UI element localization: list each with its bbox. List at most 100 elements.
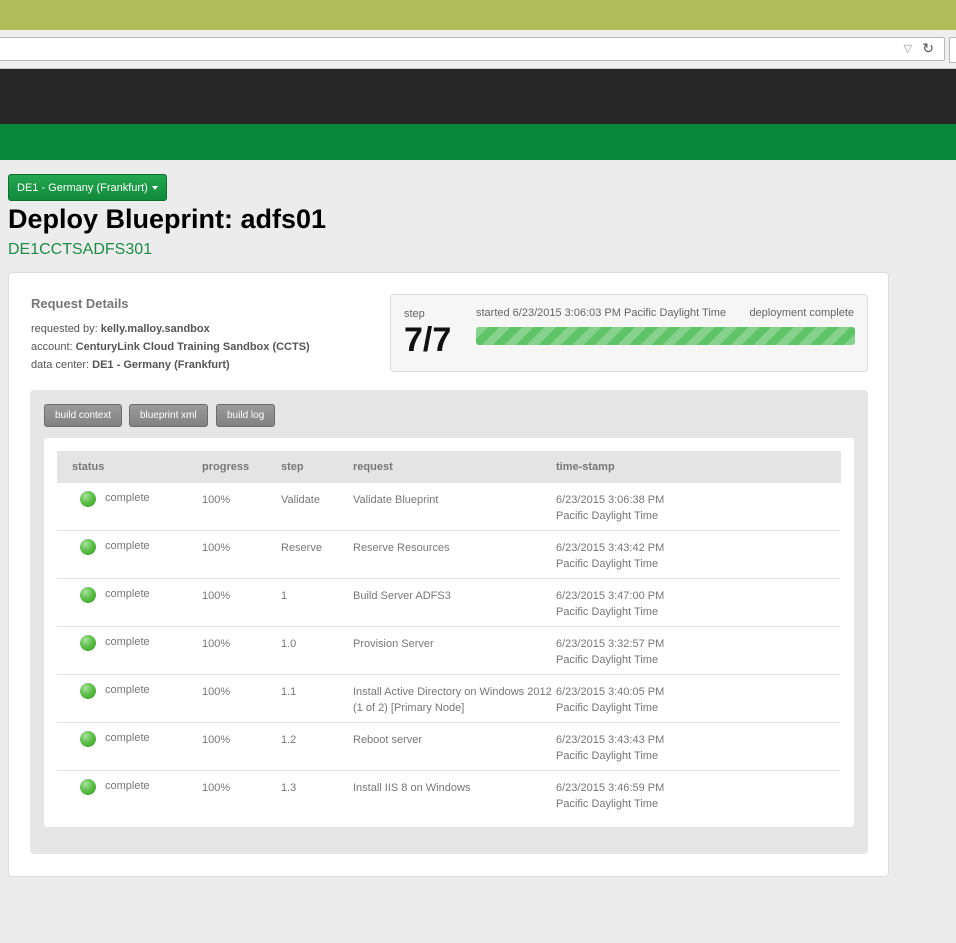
request-cell: Reboot server — [353, 722, 556, 771]
time-stamp-text: 6/23/2015 3:40:05 PM — [556, 686, 665, 698]
table-row: complete 100% 1 Build Server ADFS3 6/23/2015… — [57, 578, 841, 627]
column-header-time-stamp: time-stamp — [556, 451, 841, 483]
progress-text: 100% — [202, 782, 231, 794]
top-navigation-bar — [0, 69, 956, 124]
request-details-heading: Request Details — [31, 296, 129, 311]
step-cell: Reserve — [281, 530, 353, 579]
url-dropdown-icon[interactable]: ▽ — [904, 42, 912, 55]
status-wrap: complete — [57, 723, 202, 747]
time-stamp-wrap: 6/23/2015 3:47:00 PM Pacific Daylight Tim… — [556, 579, 841, 620]
account-line: account: CenturyLink Cloud Training Sand… — [31, 341, 310, 353]
progress-text: 100% — [202, 686, 231, 698]
time-zone-text: Pacific Daylight Time — [556, 702, 659, 714]
table-header-row: status progress step request time-stamp — [57, 451, 841, 483]
time-stamp-wrap: 6/23/2015 3:32:57 PM Pacific Daylight Tim… — [556, 627, 841, 668]
request-text: Provision Server — [353, 638, 434, 650]
step-label: step — [404, 308, 425, 320]
datacenter-selector-label: DE1 - Germany (Frankfurt) — [17, 182, 148, 194]
status-text: complete — [105, 732, 150, 744]
step-text: 1.0 — [281, 638, 297, 650]
progress-bar-fill — [476, 327, 855, 345]
toolbar-edge-control[interactable] — [949, 37, 956, 63]
status-wrap: complete — [57, 675, 202, 699]
time-stamp-cell: 6/23/2015 3:40:05 PM Pacific Daylight Tim… — [556, 674, 841, 723]
time-stamp-wrap: 6/23/2015 3:46:59 PM Pacific Daylight Tim… — [556, 771, 841, 812]
build-steps-table: status progress step request time-stamp … — [57, 451, 841, 818]
request-cell: Reserve Resources — [353, 530, 556, 579]
page-title: Deploy Blueprint: adfs01 — [8, 204, 327, 234]
request-cell: Install IIS 8 on Windows — [353, 771, 556, 819]
status-complete-icon — [80, 731, 96, 747]
step-text: 1.1 — [281, 686, 297, 698]
table-row: complete 100% Reserve Reserve Resources 6/23… — [57, 530, 841, 579]
request-text: Validate Blueprint — [353, 494, 439, 506]
step-counter: 7/7 — [404, 321, 452, 359]
step-cell: Validate — [281, 483, 353, 531]
status-cell: complete — [57, 530, 202, 579]
column-header-status: status — [57, 451, 202, 483]
build-context-button[interactable]: build context — [44, 404, 123, 427]
column-header-step: step — [281, 451, 353, 483]
request-text: Build Server ADFS3 — [353, 590, 451, 602]
requested-by-line: requested by: kelly.malloy.sandbox — [31, 323, 210, 335]
step-cell: 1.3 — [281, 771, 353, 819]
browser-toolbar: ▽ ↻ — [0, 30, 956, 69]
deployment-status-box: step 7/7 started 6/23/2015 3:06:03 PM Pa… — [390, 294, 868, 372]
reload-icon[interactable]: ↻ — [922, 40, 934, 57]
request-cell: Provision Server — [353, 626, 556, 675]
status-text: complete — [105, 780, 150, 792]
requested-by-value: kelly.malloy.sandbox — [100, 323, 210, 335]
progress-text: 100% — [202, 542, 231, 554]
status-cell: complete — [57, 626, 202, 675]
address-bar[interactable]: ▽ ↻ — [0, 37, 945, 61]
status-text: complete — [105, 636, 150, 648]
time-stamp-cell: 6/23/2015 3:43:42 PM Pacific Daylight Tim… — [556, 530, 841, 579]
caret-down-icon — [151, 186, 158, 191]
time-stamp-wrap: 6/23/2015 3:43:42 PM Pacific Daylight Tim… — [556, 531, 841, 572]
step-cell: 1 — [281, 578, 353, 627]
time-stamp-text: 6/23/2015 3:47:00 PM — [556, 590, 665, 602]
deployment-progress-bar — [476, 327, 855, 345]
status-cell: complete — [57, 722, 202, 771]
time-stamp-cell: 6/23/2015 3:32:57 PM Pacific Daylight Tim… — [556, 626, 841, 675]
table-row: complete 100% 1.3 Install IIS 8 on Windows 6… — [57, 771, 841, 819]
time-stamp-wrap: 6/23/2015 3:06:38 PM Pacific Daylight Tim… — [556, 483, 841, 524]
time-zone-text: Pacific Daylight Time — [556, 750, 659, 762]
blueprint-xml-button[interactable]: blueprint xml — [129, 404, 208, 427]
deployment-status-text: deployment complete — [749, 307, 854, 319]
request-cell: Install Active Directory on Windows 2012… — [353, 674, 556, 723]
step-text: 1.2 — [281, 734, 297, 746]
build-log-button[interactable]: build log — [216, 404, 276, 427]
time-stamp-cell: 6/23/2015 3:47:00 PM Pacific Daylight Tim… — [556, 578, 841, 627]
status-wrap: complete — [57, 579, 202, 603]
data-center-line: data center: DE1 - Germany (Frankfurt) — [31, 359, 230, 371]
progress-text: 100% — [202, 734, 231, 746]
window-titlebar — [0, 0, 956, 30]
request-cell: Validate Blueprint — [353, 483, 556, 531]
status-wrap: complete — [57, 627, 202, 651]
time-zone-text: Pacific Daylight Time — [556, 606, 659, 618]
status-cell: complete — [57, 674, 202, 723]
status-text: complete — [105, 540, 150, 552]
datacenter-selector-button[interactable]: DE1 - Germany (Frankfurt) — [8, 174, 167, 201]
status-text: complete — [105, 492, 150, 504]
time-zone-text: Pacific Daylight Time — [556, 510, 659, 522]
progress-cell: 100% — [202, 483, 281, 531]
request-cell: Build Server ADFS3 — [353, 578, 556, 627]
table-row: complete 100% 1.2 Reboot server 6/23/2015 3:… — [57, 722, 841, 771]
table-body: complete 100% Validate Validate Blueprint 6/… — [57, 483, 841, 818]
progress-cell: 100% — [202, 722, 281, 771]
time-stamp-text: 6/23/2015 3:32:57 PM — [556, 638, 665, 650]
status-complete-icon — [80, 539, 96, 555]
step-cell: 1.2 — [281, 722, 353, 771]
status-cell: complete — [57, 578, 202, 627]
status-complete-icon — [80, 587, 96, 603]
step-cell: 1.1 — [281, 674, 353, 723]
time-stamp-wrap: 6/23/2015 3:40:05 PM Pacific Daylight Tim… — [556, 675, 841, 716]
progress-text: 100% — [202, 638, 231, 650]
column-header-request: request — [353, 451, 556, 483]
server-name: DE1CCTSADFS301 — [8, 241, 153, 258]
step-text: 1.3 — [281, 782, 297, 794]
column-header-progress: progress — [202, 451, 281, 483]
status-cell: complete — [57, 771, 202, 819]
